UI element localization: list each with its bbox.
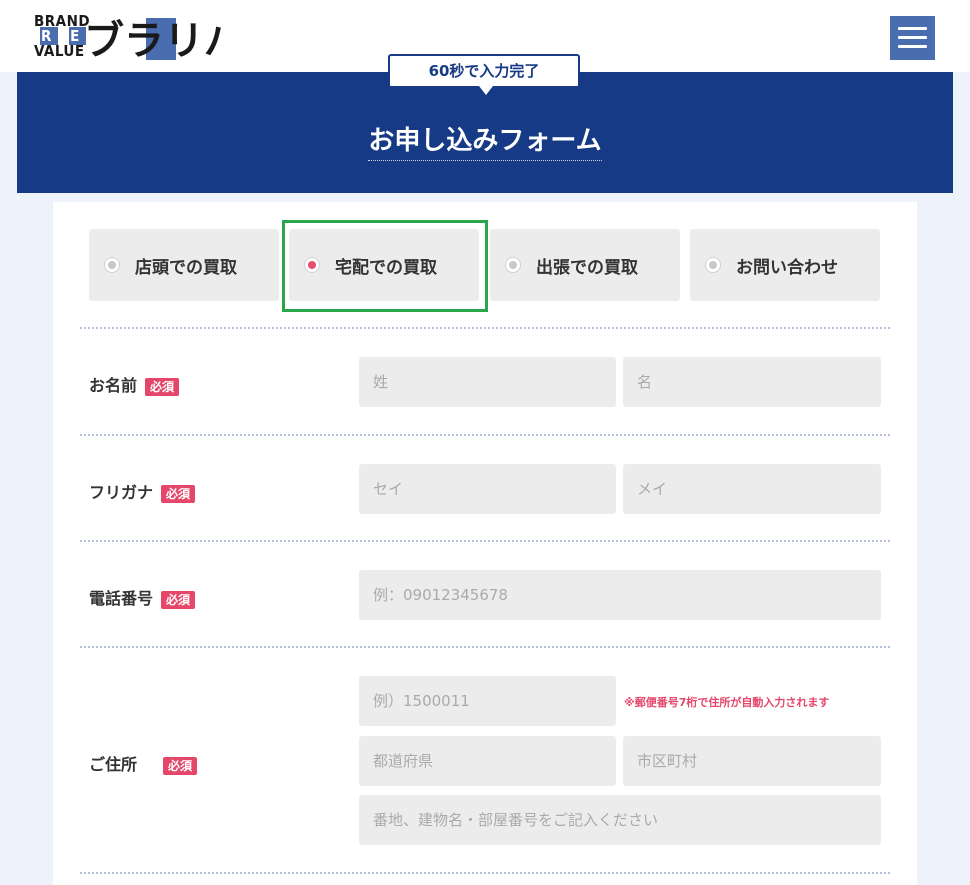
logo-mark: ブラリバ <box>84 18 224 60</box>
last-name-kana-input[interactable] <box>359 464 616 514</box>
page-title: お申し込みフォーム <box>0 120 970 161</box>
city-input[interactable] <box>623 736 881 786</box>
address-label: ご住所 必須 <box>89 751 198 775</box>
radio-selected-icon <box>304 257 320 273</box>
bubble-tail <box>479 86 493 95</box>
postal-code-input[interactable] <box>359 676 616 726</box>
radio-icon <box>505 257 521 273</box>
tab-store-purchase[interactable]: 店頭での買取 <box>89 229 279 301</box>
kana-label: フリガナ 必須 <box>89 479 196 503</box>
hamburger-menu-icon <box>898 27 927 30</box>
svg-text:ブラリバ: ブラリバ <box>84 18 224 60</box>
required-badge: 必須 <box>161 484 196 503</box>
phone-input[interactable] <box>359 570 881 620</box>
name-label: お名前 必須 <box>89 372 180 396</box>
required-badge: 必須 <box>161 590 196 609</box>
radio-icon <box>104 257 120 273</box>
divider <box>80 872 890 874</box>
divider <box>80 434 890 436</box>
required-badge: 必須 <box>163 756 198 775</box>
prefecture-input[interactable] <box>359 736 616 786</box>
tab-delivery-purchase[interactable]: 宅配での買取 <box>289 229 479 301</box>
tab-label: 出張での買取 <box>536 258 638 278</box>
speech-bubble: 60秒で入力完了 <box>388 54 580 88</box>
radio-icon <box>705 257 721 273</box>
tab-label: 宅配での買取 <box>335 258 437 278</box>
required-badge: 必須 <box>145 377 180 396</box>
tab-inquiry[interactable]: お問い合わせ <box>690 229 880 301</box>
tab-label: 店頭での買取 <box>135 258 237 278</box>
first-name-kana-input[interactable] <box>623 464 881 514</box>
tab-label: お問い合わせ <box>736 258 838 278</box>
phone-label: 電話番号 必須 <box>89 585 196 609</box>
tab-visit-purchase[interactable]: 出張での買取 <box>490 229 680 301</box>
brand-logo[interactable]: BRAND R E VALUE ブラリバ <box>34 14 234 62</box>
divider <box>80 540 890 542</box>
street-address-input[interactable] <box>359 795 881 845</box>
divider <box>80 327 890 329</box>
logo-wordmark: BRAND R E VALUE <box>34 12 91 60</box>
last-name-input[interactable] <box>359 357 616 407</box>
postal-note: ※郵便番号7桁で住所が自動入力されます <box>624 696 830 709</box>
menu-button[interactable] <box>890 16 935 60</box>
divider <box>80 646 890 648</box>
first-name-input[interactable] <box>623 357 881 407</box>
